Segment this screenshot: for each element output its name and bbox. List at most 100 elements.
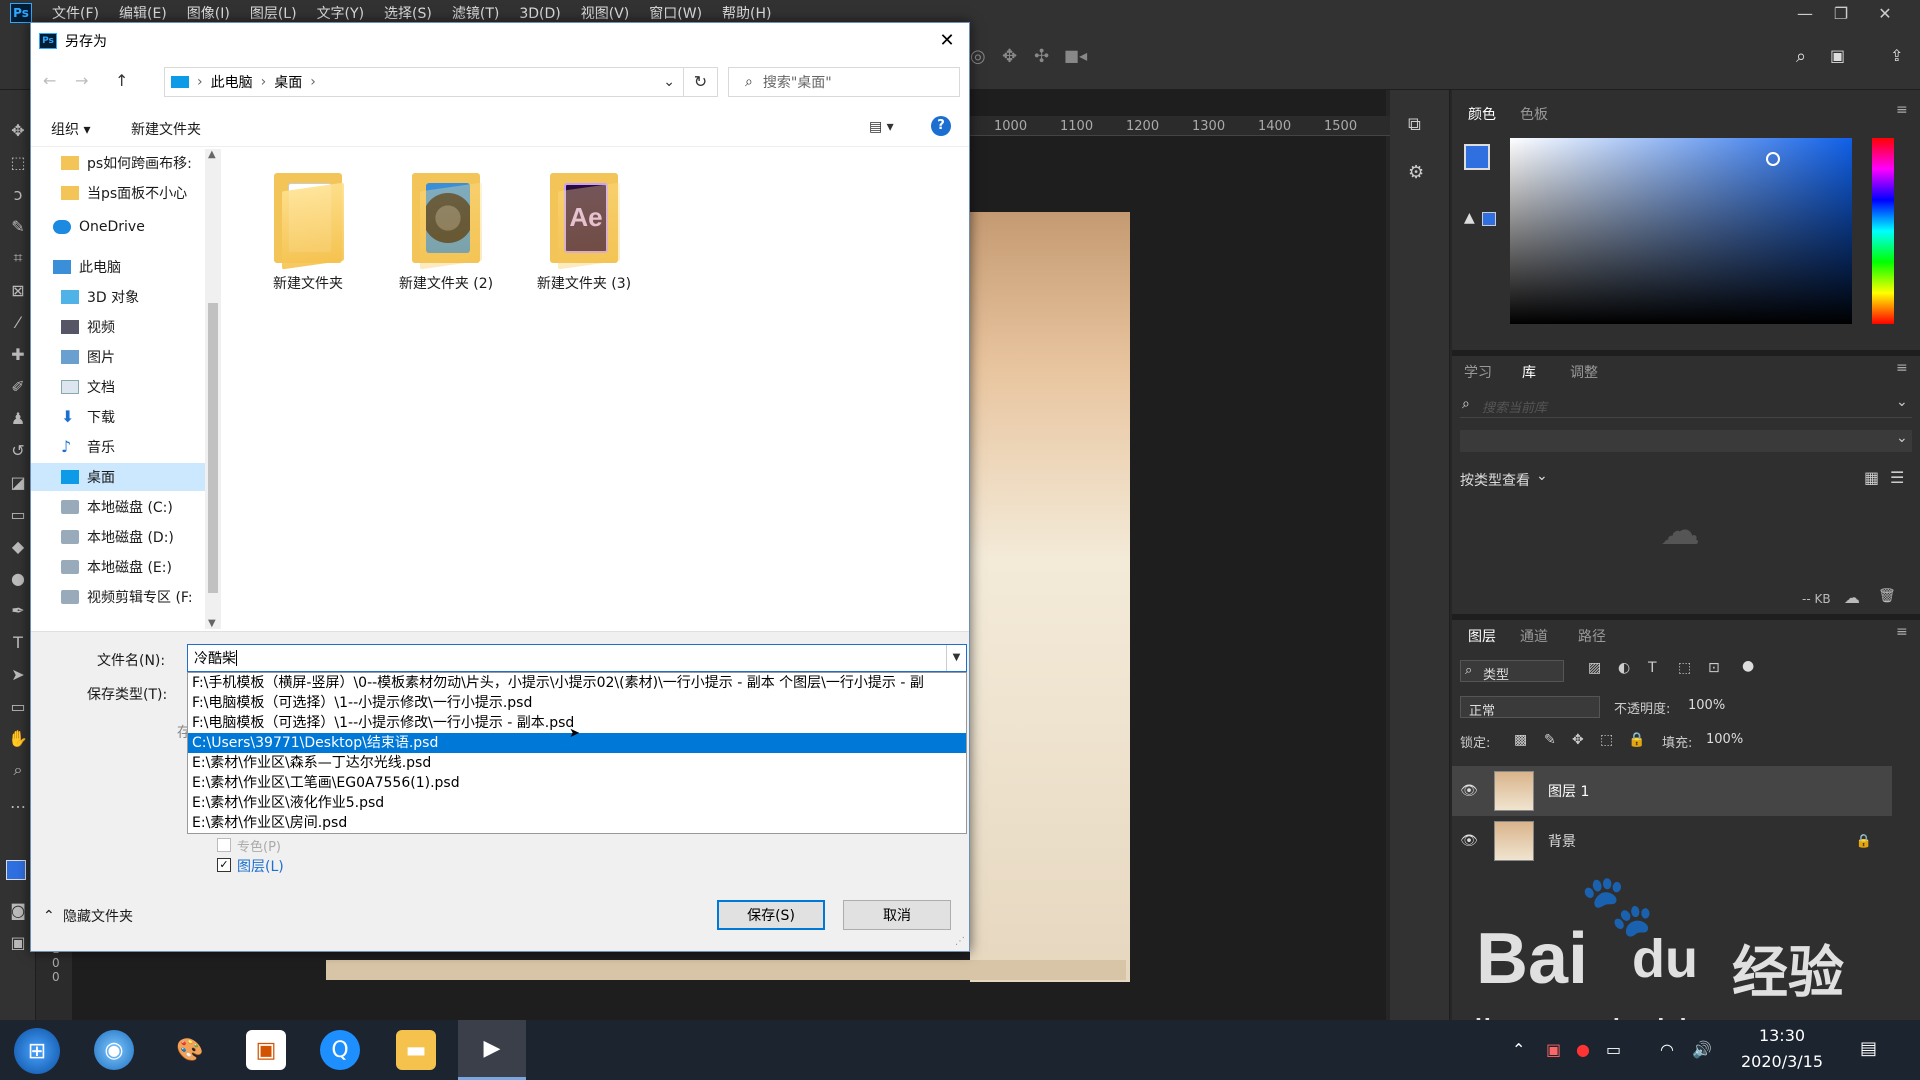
scroll-up-icon[interactable]: ▲ [208, 149, 216, 160]
lock-all-icon[interactable]: 🔒 [1628, 732, 1645, 748]
zoom-tool-icon[interactable]: ⌕ [8, 760, 28, 780]
autocomplete-item[interactable]: F:\电脑模板（可选择）\1--小提示修改\一行小提示.psd [188, 693, 966, 713]
panel-menu-icon[interactable]: ≡ [1896, 360, 1908, 376]
nav-item-downloads[interactable]: ⬇ 下载 [31, 403, 221, 431]
gamut-warning-icon[interactable]: ▲ [1464, 210, 1475, 226]
crop-tool-icon[interactable]: ⌗ [8, 248, 28, 268]
hue-slider[interactable] [1872, 138, 1894, 324]
lock-position-icon[interactable]: ✥ [1572, 732, 1584, 748]
rectangle-tool-icon[interactable]: ▭ [8, 696, 28, 716]
stamp-tool-icon[interactable]: ♟ [8, 408, 28, 428]
view-by-type[interactable]: 按类型查看 [1460, 470, 1530, 490]
clock-time[interactable]: 13:30 [1750, 1026, 1814, 1045]
color-picker-cursor[interactable] [1766, 152, 1780, 166]
tray-app-icon[interactable]: ▣ [1546, 1040, 1561, 1059]
eraser-tool-icon[interactable]: ◪ [8, 472, 28, 492]
3d-slide-icon[interactable]: ✣ [1034, 46, 1049, 67]
document-image[interactable] [970, 212, 1130, 982]
chevron-down-icon[interactable]: ▼ [946, 645, 966, 671]
spot-color-checkbox[interactable] [217, 838, 231, 852]
nav-item-documents[interactable]: 文档 [31, 373, 221, 401]
new-folder-button[interactable]: 新建文件夹 [131, 119, 201, 139]
chevron-up-icon[interactable]: ⌃ [1512, 1040, 1525, 1059]
chevron-down-icon[interactable]: ⌄ [1896, 394, 1908, 410]
scroll-down-icon[interactable]: ▼ [208, 618, 216, 629]
premiere-app-icon[interactable]: ▶ [458, 1020, 526, 1080]
lock-pixels-icon[interactable]: ✎ [1544, 732, 1556, 748]
autocomplete-item[interactable]: E:\素材\作业区\工笔画\EG0A7556(1).psd [188, 773, 966, 793]
panel-menu-icon[interactable]: ≡ [1896, 624, 1908, 640]
up-arrow-icon[interactable]: ↑ [115, 71, 128, 90]
dialog-titlebar[interactable]: Ps 另存为 ✕ [31, 23, 969, 59]
back-arrow-icon[interactable]: ← [43, 71, 56, 90]
chevron-down-icon[interactable]: ⌄ [663, 74, 675, 90]
lasso-tool-icon[interactable]: ↄ [8, 184, 28, 204]
cloud-sync-icon[interactable]: ☁ [1844, 588, 1860, 607]
document-image-bottom[interactable] [326, 960, 1126, 980]
web-safe-swatch[interactable] [1482, 212, 1496, 226]
nav-item-videos[interactable]: 视频 [31, 313, 221, 341]
file-item[interactable]: 新建文件夹 [243, 167, 373, 293]
nav-item-pictures[interactable]: 图片 [31, 343, 221, 371]
file-explorer-icon[interactable]: ▬ [396, 1030, 436, 1070]
type-filter-icon[interactable]: T [1648, 660, 1657, 676]
list-view-icon[interactable]: ☰ [1890, 468, 1904, 487]
nav-item-drive-c[interactable]: 本地磁盘 (C:) [31, 493, 221, 521]
nav-item-drive-f[interactable]: 视频剪辑专区 (F: [31, 583, 221, 611]
autocomplete-item[interactable]: E:\素材\作业区\森系—丁达尔光线.psd [188, 753, 966, 773]
search-input[interactable]: ⌕ 搜索"桌面" [728, 67, 960, 97]
close-icon[interactable]: ✕ [935, 29, 959, 53]
forward-arrow-icon[interactable]: → [75, 71, 88, 90]
breadcrumb-this-pc[interactable]: 此电脑 [211, 72, 253, 92]
opacity-input[interactable]: 100% [1688, 698, 1725, 713]
volume-icon[interactable]: 🔊 [1692, 1040, 1712, 1059]
library-select[interactable]: ⌄ [1460, 430, 1912, 452]
eye-icon[interactable]: 👁 [1452, 833, 1486, 849]
nav-item-folder-1[interactable]: ps如何跨画布移: [31, 149, 221, 177]
nav-item-desktop[interactable]: 桌面 [31, 463, 221, 491]
type-tool-icon[interactable]: T [8, 632, 28, 652]
layer-row[interactable]: 👁 图层 1 [1452, 766, 1892, 816]
autocomplete-item[interactable]: F:\手机模板（横屏-竖屏）\0--模板素材勿动\片头，小提示\小提示02\(素… [188, 673, 966, 693]
close-window-icon[interactable]: ✕ [1870, 0, 1900, 26]
3d-video-icon[interactable]: ■◂ [1064, 46, 1087, 65]
wifi-icon[interactable]: ◠ [1660, 1040, 1674, 1059]
nav-item-this-pc[interactable]: 此电脑 [31, 253, 221, 281]
healing-brush-icon[interactable]: ✚ [8, 344, 28, 364]
eye-icon[interactable]: 👁 [1452, 783, 1486, 799]
history-panel-icon[interactable]: ⧉ [1408, 114, 1421, 135]
nav-item-onedrive[interactable]: OneDrive [31, 213, 221, 241]
panel-menu-icon[interactable]: ≡ [1896, 102, 1908, 118]
pixel-filter-icon[interactable]: ▨ [1588, 660, 1601, 676]
clock-date[interactable]: 2020/3/15 [1734, 1052, 1830, 1071]
more-tools-icon[interactable]: … [8, 792, 28, 812]
chevron-up-icon[interactable]: ⌃ [43, 908, 55, 924]
tab-libraries[interactable]: 库 [1522, 362, 1536, 382]
hide-folders-button[interactable]: 隐藏文件夹 [63, 906, 133, 926]
blend-mode-select[interactable]: 正常 [1460, 696, 1600, 719]
pen-tool-icon[interactable]: ✒ [8, 600, 28, 620]
search-app-icon[interactable]: Q [320, 1030, 360, 1070]
file-item[interactable]: Ae 新建文件夹 (3) [519, 167, 649, 293]
nav-item-folder-2[interactable]: 当ps面板不小心 [31, 179, 221, 207]
layer-filter-select[interactable]: ⌕ 类型 [1460, 660, 1564, 683]
office-app-icon[interactable]: ▣ [246, 1030, 286, 1070]
3d-pan-icon[interactable]: ✥ [1002, 46, 1017, 67]
chevron-right-icon[interactable]: › [310, 74, 316, 90]
color-picker-field[interactable] [1510, 138, 1852, 324]
tab-learn[interactable]: 学习 [1464, 362, 1492, 382]
autocomplete-item[interactable]: E:\素材\作业区\房间.psd [188, 813, 966, 833]
lock-transparent-icon[interactable]: ▩ [1514, 732, 1527, 748]
nav-item-drive-d[interactable]: 本地磁盘 (D:) [31, 523, 221, 551]
3d-orbit-icon[interactable]: ◎ [970, 46, 986, 67]
filename-input[interactable]: 冷酷柴 ▼ [187, 644, 967, 672]
nav-scrollbar-thumb[interactable] [208, 303, 218, 593]
address-bar[interactable]: › 此电脑 › 桌面 › ⌄ [164, 67, 684, 97]
history-brush-icon[interactable]: ↺ [8, 440, 28, 460]
quick-mask-icon[interactable]: ◙ [8, 900, 28, 920]
move-tool-icon[interactable]: ✥ [8, 120, 28, 140]
notification-icon[interactable]: ▤ [1860, 1038, 1877, 1059]
view-options-icon[interactable]: ▤ ▾ [869, 119, 894, 135]
tab-adjustments[interactable]: 调整 [1570, 362, 1598, 382]
paint-app-icon[interactable]: 🎨 [170, 1030, 210, 1070]
